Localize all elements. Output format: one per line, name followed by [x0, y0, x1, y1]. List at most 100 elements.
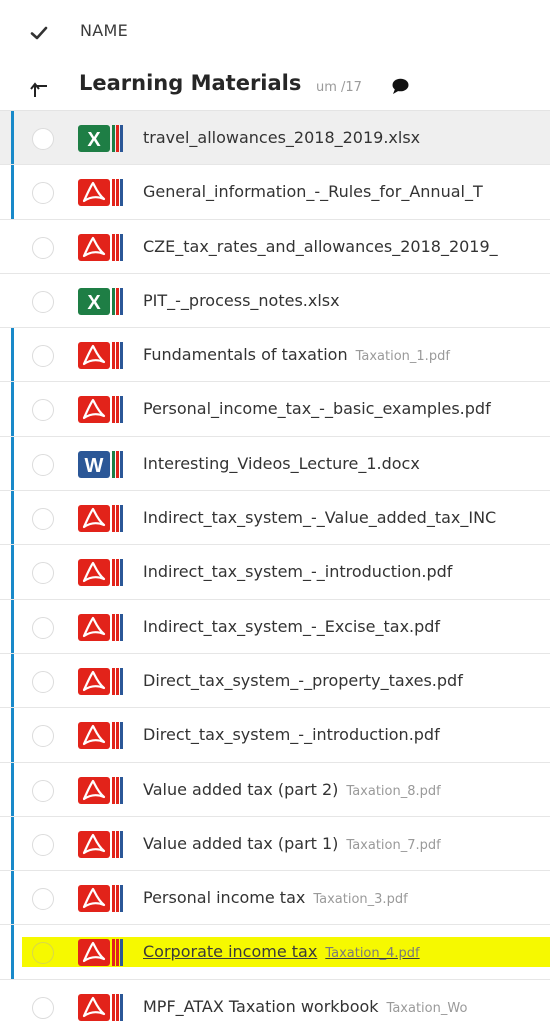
pdf-icon — [77, 721, 129, 750]
file-name-link[interactable]: CZE_tax_rates_and_allowances_2018_2019_ — [143, 237, 498, 256]
file-name-link[interactable]: Corporate income tax Taxation_4.pdf — [143, 942, 420, 961]
pdf-icon — [77, 938, 129, 967]
file-browser: NAME Learning Materials um /17 Xtravel_a… — [0, 0, 550, 1027]
file-title: travel_allowances_2018_2019.xlsx — [143, 128, 421, 147]
select-radio[interactable] — [32, 996, 54, 1019]
select-radio[interactable] — [32, 128, 54, 150]
file-subtitle: Taxation_Wo — [386, 1000, 468, 1016]
file-title: Value added tax (part 1) — [143, 833, 339, 853]
file-row[interactable]: Corporate income tax Taxation_4.pdf — [0, 925, 550, 980]
select-radio[interactable] — [32, 345, 54, 368]
file-name-link[interactable]: General_information_-_Rules_for_Annual_T — [143, 182, 483, 201]
file-row[interactable]: CZE_tax_rates_and_allowances_2018_2019_ — [0, 219, 550, 274]
pdf-icon — [77, 830, 129, 859]
file-title: Interesting_Videos_Lecture_1.docx — [143, 453, 420, 473]
select-radio[interactable] — [32, 616, 54, 639]
select-radio[interactable] — [32, 182, 54, 205]
file-row[interactable]: Fundamentals of taxation Taxation_1.pdf — [0, 328, 550, 383]
new-item-indicator — [11, 816, 14, 871]
new-item-indicator — [11, 762, 14, 816]
file-row[interactable]: Indirect_tax_system_-_Excise_tax.pdf — [0, 599, 550, 654]
file-name-link[interactable]: Personal income tax Taxation_3.pdf — [143, 888, 408, 907]
file-title: General_information_-_Rules_for_Annual_T — [143, 182, 483, 202]
file-name-link[interactable]: PIT_-_process_notes.xlsx — [143, 291, 340, 310]
new-item-indicator — [11, 491, 14, 545]
file-subtitle: Taxation_1.pdf — [355, 349, 450, 365]
file-row[interactable]: Indirect_tax_system_-_Value_added_tax_IN… — [0, 491, 550, 546]
select-all-check-icon[interactable] — [30, 24, 48, 42]
file-title: Personal income tax — [143, 888, 306, 908]
pdf-icon — [77, 776, 129, 805]
file-row[interactable]: MPF_ATAX Taxation workbook Taxation_Wo — [0, 979, 550, 1027]
file-name-link[interactable]: Value added tax (part 1) Taxation_7.pdf — [143, 834, 441, 853]
file-title: Corporate income tax — [143, 942, 318, 962]
comment-icon[interactable] — [392, 78, 409, 94]
file-row[interactable]: Value added tax (part 2) Taxation_8.pdf — [0, 762, 550, 817]
file-row[interactable]: W Interesting_Videos_Lecture_1.docx — [0, 436, 550, 492]
parent-folder-icon[interactable] — [30, 77, 52, 99]
file-name-link[interactable]: Indirect_tax_system_-_introduction.pdf — [143, 562, 452, 581]
select-radio[interactable] — [32, 833, 54, 856]
file-name-link[interactable]: Personal_income_tax_-_basic_examples.pdf — [143, 399, 491, 418]
file-row[interactable]: Personal income tax Taxation_3.pdf — [0, 871, 550, 926]
file-title: Indirect_tax_system_-_Excise_tax.pdf — [143, 616, 441, 636]
folder-meta: um /17 — [316, 80, 362, 95]
file-name-link[interactable]: travel_allowances_2018_2019.xlsx — [143, 128, 420, 147]
file-subtitle: Taxation_7.pdf — [346, 837, 441, 853]
pdf-icon — [77, 667, 129, 696]
file-row[interactable]: Direct_tax_system_-_property_taxes.pdf — [0, 653, 550, 709]
file-row[interactable]: Xtravel_allowances_2018_2019.xlsx — [0, 111, 550, 166]
pdf-icon — [77, 884, 129, 913]
file-name-link[interactable]: MPF_ATAX Taxation workbook Taxation_Wo — [143, 997, 467, 1016]
file-name-link[interactable]: Value added tax (part 2) Taxation_8.pdf — [143, 780, 441, 799]
name-column-header[interactable]: NAME — [80, 21, 128, 40]
new-item-indicator — [11, 871, 14, 925]
svg-text:X: X — [87, 292, 101, 314]
select-radio[interactable] — [32, 670, 54, 693]
new-item-indicator — [11, 382, 14, 436]
select-radio[interactable] — [32, 888, 54, 911]
select-radio[interactable] — [32, 562, 54, 585]
select-radio[interactable] — [32, 290, 54, 313]
file-title: Indirect_tax_system_-_introduction.pdf — [143, 562, 453, 582]
file-name-link[interactable]: Indirect_tax_system_-_Value_added_tax_IN… — [143, 508, 496, 527]
new-item-indicator — [11, 328, 14, 382]
file-subtitle: Taxation_4.pdf — [325, 946, 420, 962]
svg-text:W: W — [85, 455, 104, 477]
file-row[interactable]: Value added tax (part 1) Taxation_7.pdf — [0, 816, 550, 872]
pdf-icon — [77, 558, 129, 587]
file-title: MPF_ATAX Taxation workbook — [143, 996, 379, 1016]
file-row[interactable]: Direct_tax_system_-_introduction.pdf — [0, 708, 550, 763]
pdf-icon — [77, 178, 129, 207]
file-name-link[interactable]: Direct_tax_system_-_property_taxes.pdf — [143, 671, 463, 690]
file-name-link[interactable]: Fundamentals of taxation Taxation_1.pdf — [143, 345, 450, 364]
select-radio[interactable] — [32, 399, 54, 422]
folder-title: Learning Materials — [79, 71, 302, 95]
file-title: Value added tax (part 2) — [143, 779, 339, 799]
file-row[interactable]: Personal_income_tax_-_basic_examples.pdf — [0, 382, 550, 437]
file-name-link[interactable]: Interesting_Videos_Lecture_1.docx — [143, 454, 420, 473]
svg-text:X: X — [87, 129, 101, 151]
new-item-indicator — [11, 925, 14, 979]
file-title: Fundamentals of taxation — [143, 345, 348, 365]
pdf-icon — [77, 395, 129, 424]
select-radio[interactable] — [32, 453, 54, 476]
file-row[interactable]: General_information_-_Rules_for_Annual_T — [0, 165, 550, 220]
new-item-indicator — [11, 111, 14, 165]
select-radio[interactable] — [32, 508, 54, 531]
new-item-indicator — [11, 653, 14, 708]
file-title: PIT_-_process_notes.xlsx — [143, 290, 340, 310]
list-header: NAME — [0, 0, 550, 63]
file-name-link[interactable]: Direct_tax_system_-_introduction.pdf — [143, 725, 440, 744]
select-radio[interactable] — [32, 236, 54, 259]
new-item-indicator — [11, 165, 14, 219]
select-radio[interactable] — [32, 779, 54, 802]
select-radio[interactable] — [32, 725, 54, 748]
file-name-link[interactable]: Indirect_tax_system_-_Excise_tax.pdf — [143, 617, 440, 636]
pdf-icon — [77, 613, 129, 642]
file-row[interactable]: X PIT_-_process_notes.xlsx — [0, 273, 550, 329]
excel-icon: X — [77, 124, 129, 153]
new-item-indicator — [11, 708, 14, 762]
file-row[interactable]: Indirect_tax_system_-_introduction.pdf — [0, 545, 550, 600]
current-folder-row: Learning Materials um /17 — [0, 63, 550, 111]
